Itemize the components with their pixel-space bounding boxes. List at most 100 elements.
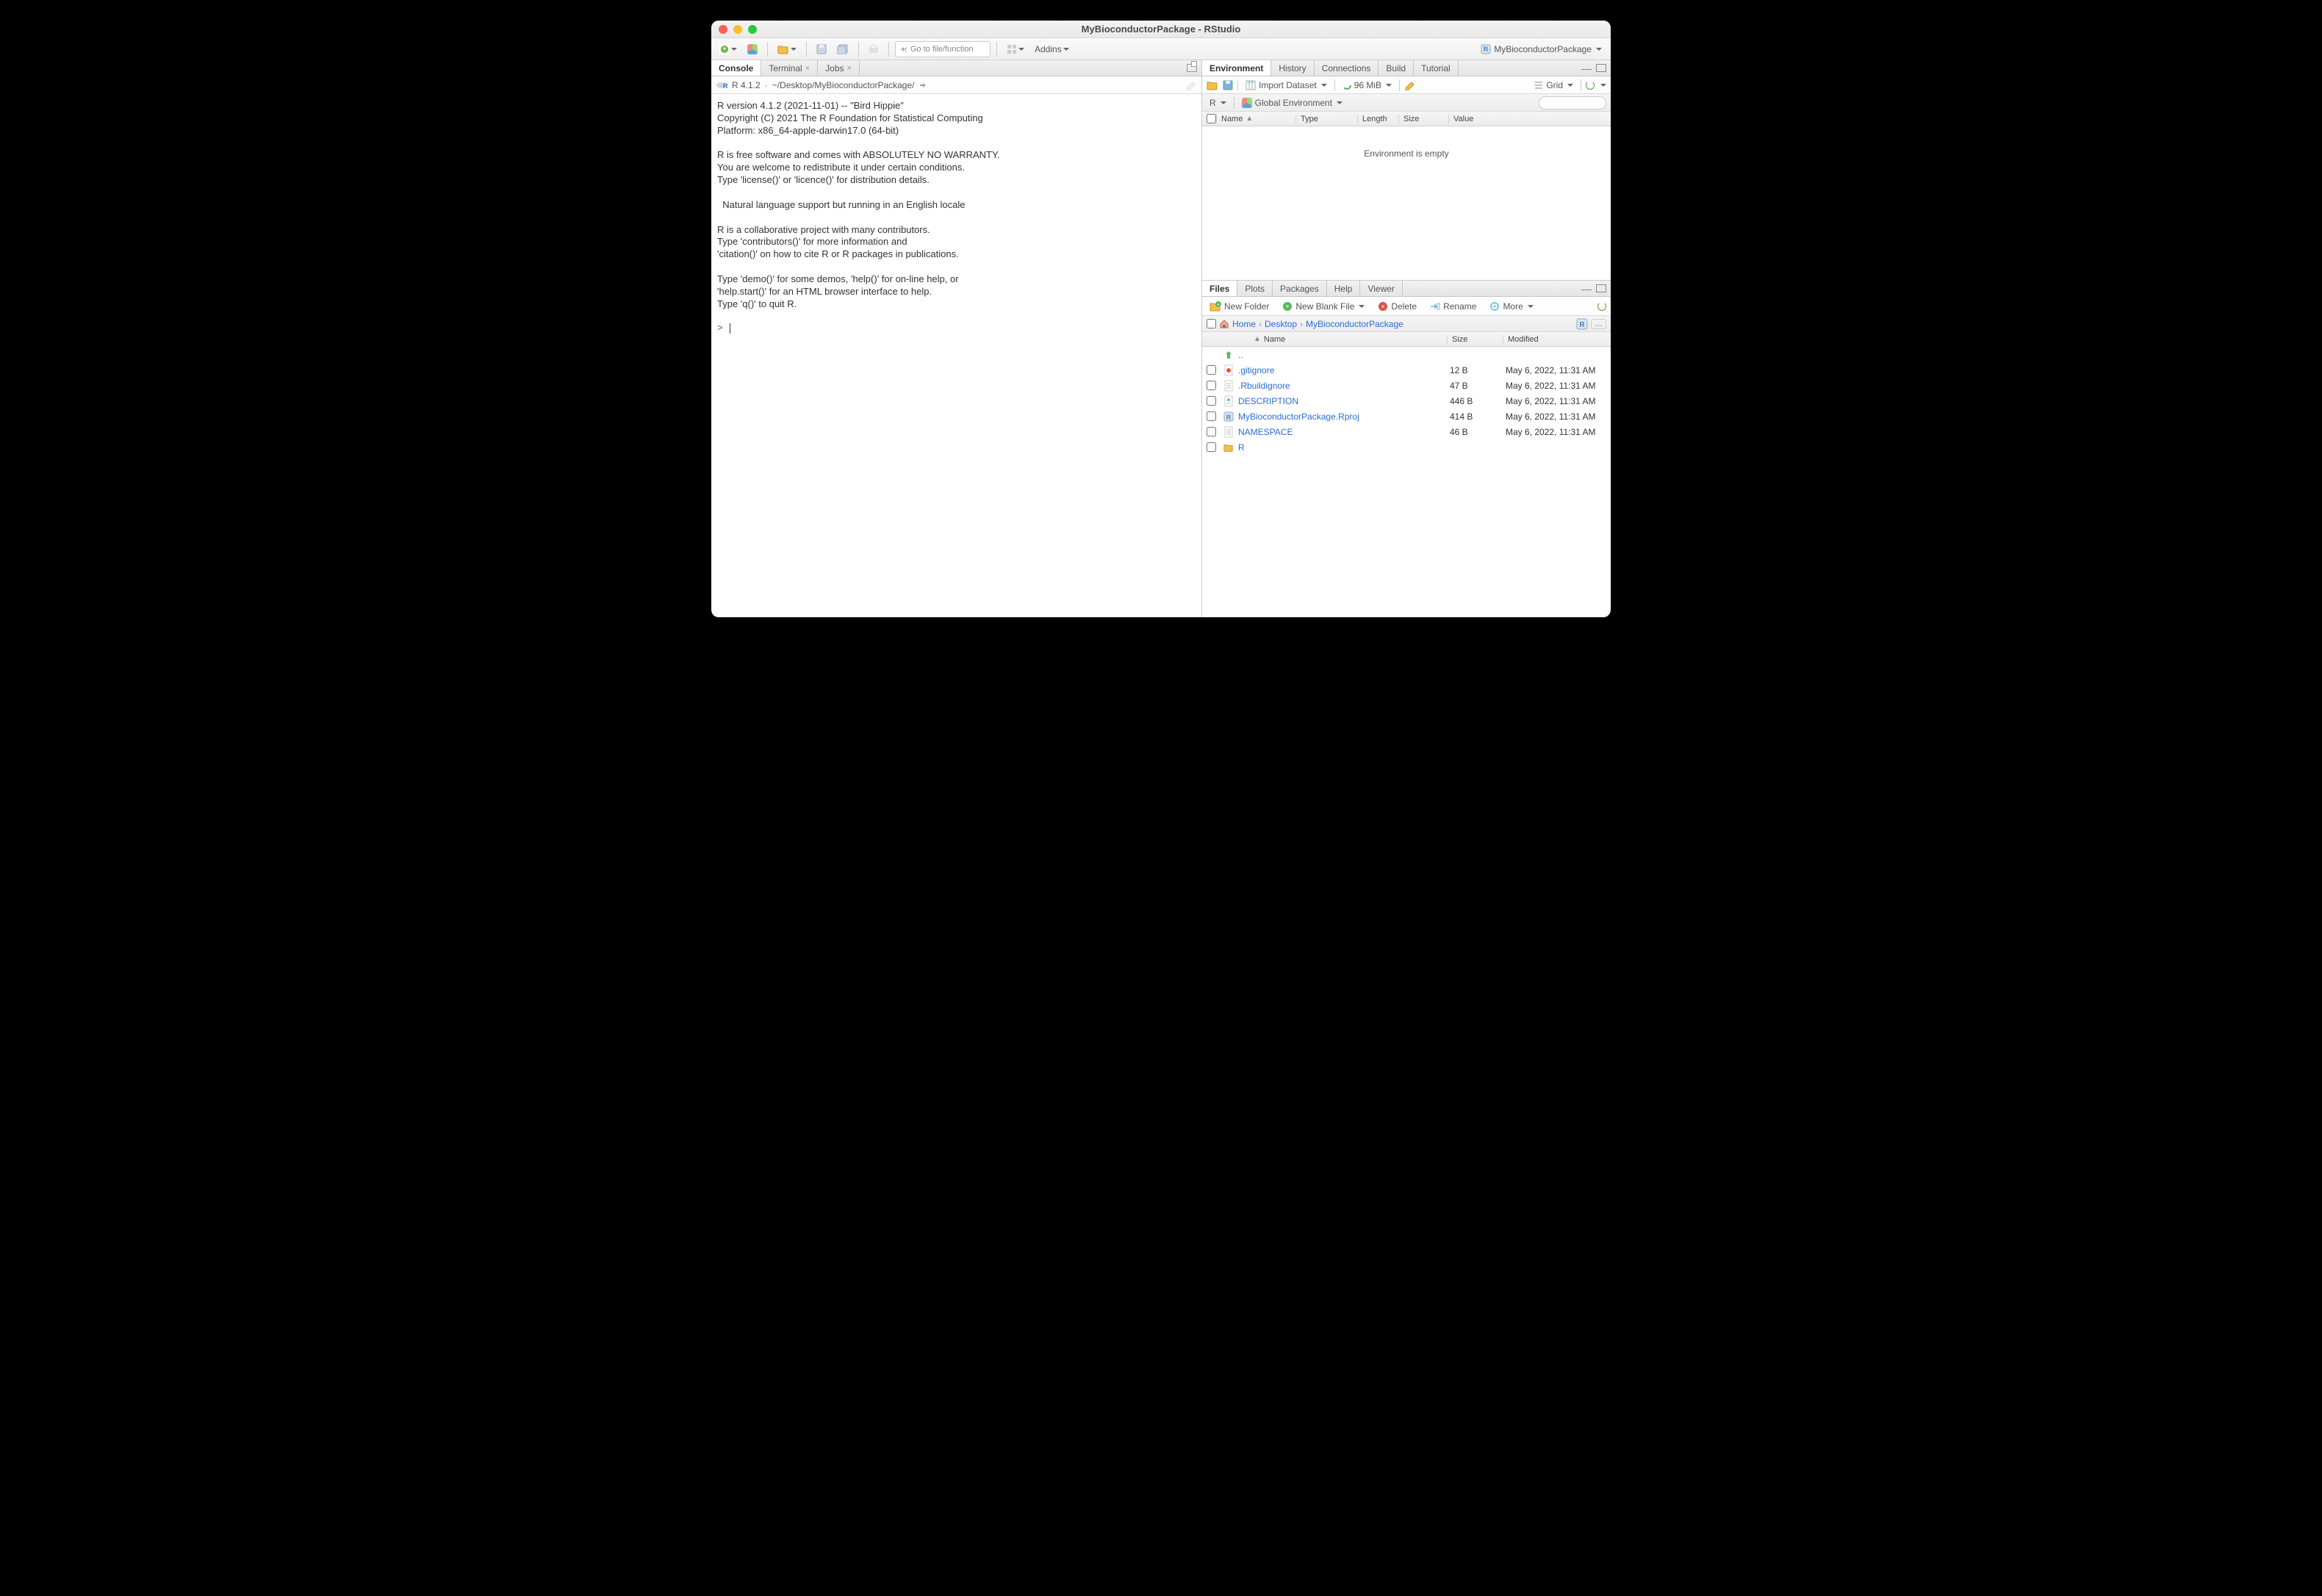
select-all-checkbox[interactable]: [1207, 114, 1216, 123]
addins-menu[interactable]: Addins: [1031, 41, 1073, 57]
tab-terminal[interactable]: Terminal×: [761, 60, 818, 76]
col-name[interactable]: ▲Name: [1249, 335, 1448, 344]
files-tabs: Files Plots Packages Help Viewer: [1202, 281, 1611, 297]
maximize-pane-icon[interactable]: [1596, 64, 1606, 72]
file-checkbox[interactable]: [1207, 381, 1216, 390]
load-workspace-icon[interactable]: [1207, 80, 1218, 90]
file-modified: May 6, 2022, 11:31 AM: [1506, 396, 1606, 406]
close-icon[interactable]: ×: [805, 64, 810, 73]
col-size[interactable]: Size: [1399, 115, 1449, 123]
file-row[interactable]: NAMESPACE46 BMay 6, 2022, 11:31 AM: [1202, 424, 1611, 439]
save-all-button[interactable]: [833, 41, 852, 57]
console-output[interactable]: R version 4.1.2 (2021-11-01) -- "Bird Hi…: [711, 94, 1201, 617]
file-row[interactable]: DESCRIPTION446 BMay 6, 2022, 11:31 AM: [1202, 393, 1611, 409]
popout-icon[interactable]: [919, 81, 927, 90]
tab-viewer[interactable]: Viewer: [1360, 281, 1402, 296]
refresh-icon[interactable]: [1586, 81, 1595, 90]
refresh-icon[interactable]: [1597, 302, 1606, 311]
file-name[interactable]: .Rbuildignore: [1223, 381, 1450, 391]
right-pane: Environment History Connections Build Tu…: [1202, 60, 1611, 617]
file-checkbox[interactable]: [1207, 411, 1216, 421]
new-folder-button[interactable]: + New Folder: [1207, 298, 1272, 314]
new-blank-file-button[interactable]: + New Blank File: [1279, 298, 1367, 314]
sort-asc-icon: ▲: [1254, 335, 1261, 343]
home-icon[interactable]: [1219, 319, 1229, 329]
save-workspace-icon[interactable]: [1223, 80, 1233, 90]
open-file-button[interactable]: [774, 41, 800, 57]
close-window-button[interactable]: [719, 25, 727, 34]
tab-jobs[interactable]: Jobs×: [818, 60, 860, 76]
breadcrumb-package[interactable]: MyBioconductorPackage: [1306, 319, 1403, 329]
maximize-window-button[interactable]: [748, 25, 757, 34]
col-size[interactable]: Size: [1448, 335, 1503, 344]
file-modified: May 6, 2022, 11:31 AM: [1506, 381, 1606, 391]
view-mode-button[interactable]: Grid: [1531, 77, 1576, 93]
minimize-pane-icon[interactable]: [1581, 67, 1592, 70]
tab-help[interactable]: Help: [1327, 281, 1361, 296]
col-length[interactable]: Length: [1358, 115, 1399, 123]
file-checkbox[interactable]: [1207, 365, 1216, 375]
clear-console-icon[interactable]: [1185, 80, 1197, 90]
import-dataset-button[interactable]: Import Dataset: [1243, 77, 1330, 93]
parent-directory-row[interactable]: ..: [1202, 347, 1611, 362]
col-value[interactable]: Value: [1449, 115, 1611, 123]
tab-plots[interactable]: Plots: [1237, 281, 1273, 296]
file-icon: [1223, 427, 1234, 437]
minimize-window-button[interactable]: [733, 25, 742, 34]
tab-files[interactable]: Files: [1202, 281, 1237, 296]
file-size: 47 B: [1450, 381, 1506, 391]
file-name[interactable]: NAMESPACE: [1223, 427, 1450, 437]
file-checkbox[interactable]: [1207, 396, 1216, 406]
clear-workspace-icon[interactable]: [1404, 80, 1416, 90]
environment-scope-bar: R Global Environment: [1202, 94, 1611, 112]
delete-button[interactable]: × Delete: [1375, 298, 1420, 314]
file-name[interactable]: RMyBioconductorPackage.Rproj: [1223, 411, 1450, 422]
close-icon[interactable]: ×: [847, 64, 852, 73]
svg-text:R: R: [1484, 46, 1489, 53]
project-menu[interactable]: R MyBioconductorPackage: [1478, 44, 1606, 54]
tab-console[interactable]: Console: [711, 60, 761, 76]
col-type[interactable]: Type: [1296, 115, 1358, 123]
rename-button[interactable]: Rename: [1427, 298, 1479, 314]
tab-packages[interactable]: Packages: [1273, 281, 1327, 296]
more-button[interactable]: More: [1487, 298, 1536, 314]
memory-usage-button[interactable]: 96 MiB: [1340, 77, 1395, 93]
col-modified[interactable]: Modified: [1503, 335, 1611, 344]
breadcrumb-desktop[interactable]: Desktop: [1265, 319, 1297, 329]
refresh-menu[interactable]: [1600, 84, 1606, 87]
file-name[interactable]: DESCRIPTION: [1223, 396, 1450, 406]
language-selector[interactable]: R: [1207, 95, 1229, 111]
maximize-pane-icon[interactable]: [1187, 64, 1197, 72]
tab-environment[interactable]: Environment: [1202, 60, 1271, 76]
new-file-button[interactable]: [716, 41, 741, 57]
panes: Console Terminal× Jobs× R R 4.1.2 · ~/De…: [711, 60, 1611, 617]
file-row[interactable]: .gitignore12 BMay 6, 2022, 11:31 AM: [1202, 362, 1611, 378]
tools-grid-button[interactable]: [1003, 41, 1028, 57]
file-checkbox[interactable]: [1207, 427, 1216, 436]
goto-file-function-input[interactable]: Go to file/function: [895, 41, 991, 57]
print-button[interactable]: [865, 41, 883, 57]
tab-build[interactable]: Build: [1379, 60, 1414, 76]
file-name[interactable]: .gitignore: [1223, 365, 1450, 375]
select-all-files-checkbox[interactable]: [1207, 319, 1216, 328]
breadcrumb-more[interactable]: …: [1591, 319, 1606, 329]
tab-history[interactable]: History: [1271, 60, 1314, 76]
maximize-pane-icon[interactable]: [1596, 284, 1606, 292]
tab-tutorial[interactable]: Tutorial: [1414, 60, 1459, 76]
save-button[interactable]: [813, 41, 830, 57]
environment-scope-selector[interactable]: Global Environment: [1239, 95, 1345, 111]
col-name[interactable]: Name▲: [1217, 115, 1296, 123]
file-name[interactable]: R: [1223, 442, 1450, 453]
file-row[interactable]: R: [1202, 439, 1611, 455]
minimize-pane-icon[interactable]: [1581, 287, 1592, 290]
file-row[interactable]: .Rbuildignore47 BMay 6, 2022, 11:31 AM: [1202, 378, 1611, 393]
file-size: 446 B: [1450, 396, 1506, 406]
titlebar: MyBioconductorPackage - RStudio: [711, 21, 1611, 38]
file-checkbox[interactable]: [1207, 442, 1216, 452]
breadcrumb-home[interactable]: Home: [1232, 319, 1256, 329]
new-project-button[interactable]: [744, 41, 761, 57]
rproj-badge-icon[interactable]: R: [1576, 318, 1588, 330]
environment-search-input[interactable]: [1539, 96, 1606, 109]
file-row[interactable]: RMyBioconductorPackage.Rproj414 BMay 6, …: [1202, 409, 1611, 424]
tab-connections[interactable]: Connections: [1315, 60, 1379, 76]
